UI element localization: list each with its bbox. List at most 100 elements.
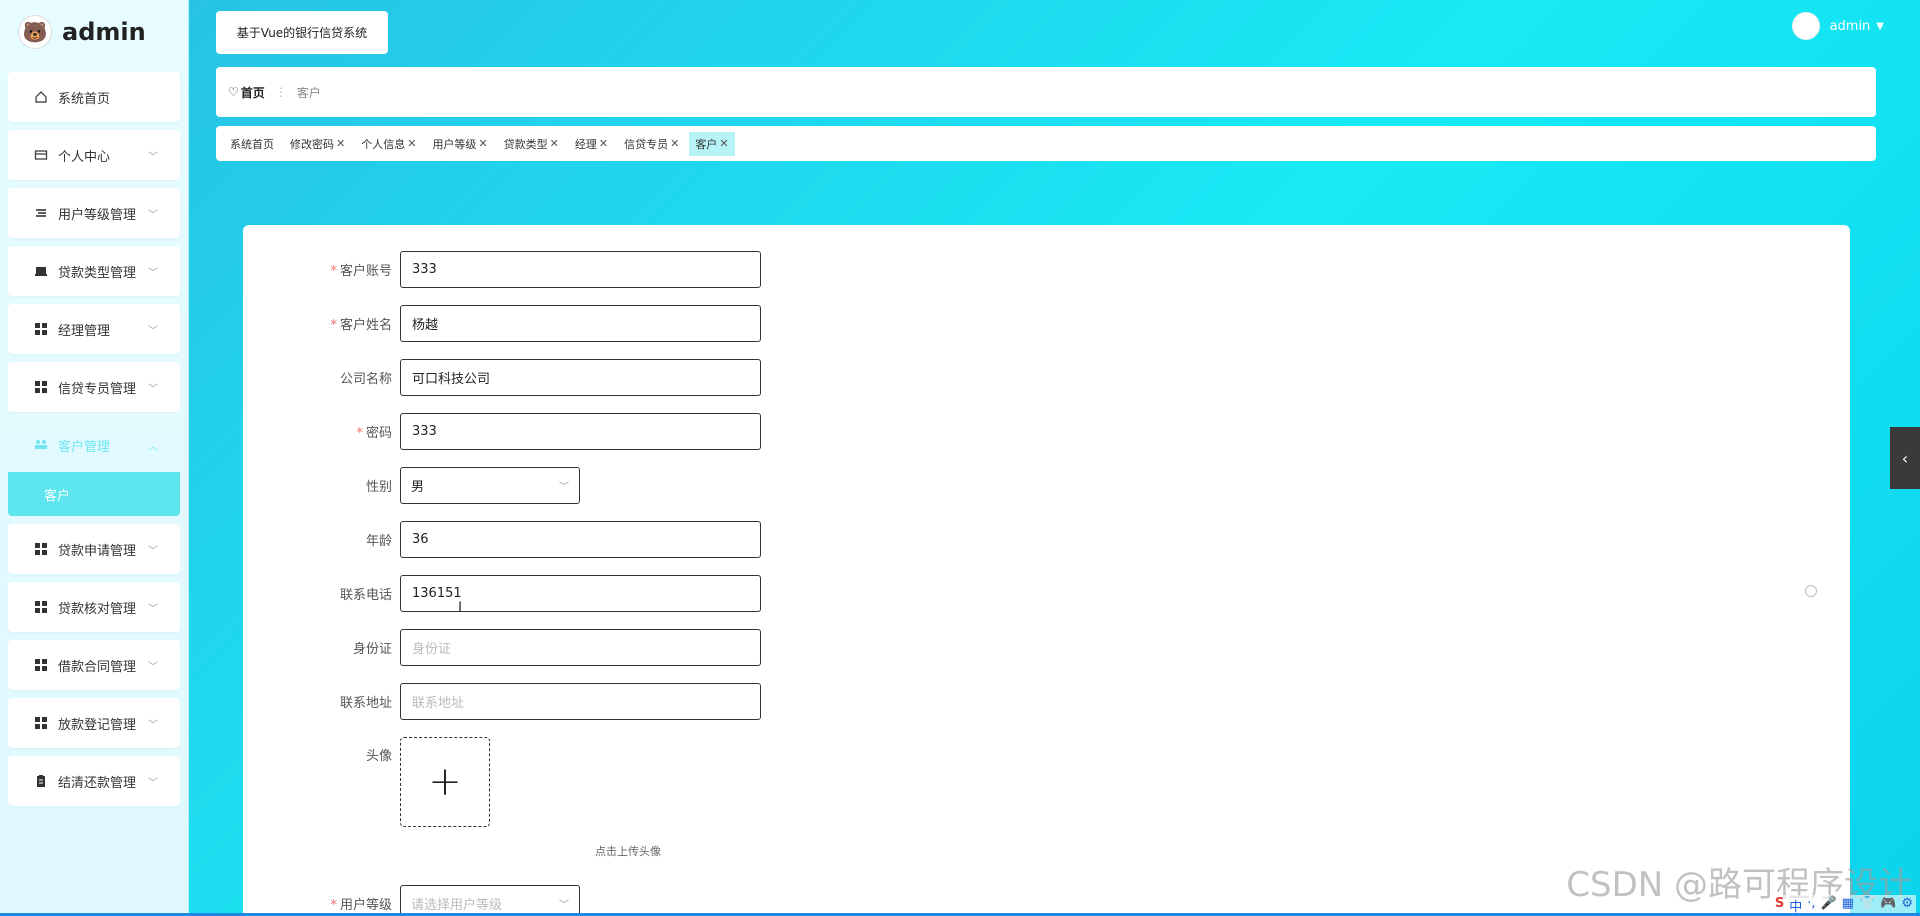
chevron-down-icon: ﹀ <box>148 383 158 395</box>
label-text: 性别 <box>365 480 392 495</box>
close-icon[interactable]: ✕ <box>670 137 679 150</box>
form-row-account: * 客户账号 333 <box>243 251 761 288</box>
tag-user-level[interactable]: 用户等级 ✕ <box>426 132 493 156</box>
close-icon[interactable]: ✕ <box>407 137 416 150</box>
label-text: 公司名称 <box>339 372 392 387</box>
close-icon[interactable]: ✕ <box>550 137 559 150</box>
sidebar-item-loan-application[interactable]: 贷款申请管理 ﹀ <box>8 524 180 574</box>
sidebar-item-repayment[interactable]: 结清还款管理 ﹀ <box>8 756 180 806</box>
submenu-item-customer[interactable]: 客户 <box>8 472 180 516</box>
select-placeholder: 请选择用户等级 <box>411 898 503 913</box>
sidebar-item-label: 借款合同管理 <box>58 659 137 675</box>
sidebar-item-label: 结清还款管理 <box>58 775 137 791</box>
tag-manager[interactable]: 经理 ✕ <box>569 132 614 156</box>
grid-icon <box>34 716 48 730</box>
tag-credit-officer[interactable]: 信贷专员 ✕ <box>618 132 685 156</box>
tag-home[interactable]: 系统首页 <box>224 132 280 156</box>
name-input[interactable]: 杨越 <box>400 305 761 342</box>
label-text: 头像 <box>365 749 392 764</box>
chevron-down-icon: ﹀ <box>148 267 158 279</box>
plus-icon: + <box>428 759 462 805</box>
sidebar-item-disbursement[interactable]: 放款登记管理 ﹀ <box>8 698 180 748</box>
system-title: 基于Vue的银行信贷系统 <box>216 11 388 54</box>
close-icon[interactable]: ✕ <box>336 137 345 150</box>
chevron-down-icon: ﹀ <box>148 603 158 615</box>
id-card-input[interactable]: 身份证 <box>400 629 761 666</box>
tag-change-password[interactable]: 修改密码 ✕ <box>284 132 351 156</box>
tag-label: 贷款类型 <box>503 137 548 151</box>
label-text: 身份证 <box>352 642 392 657</box>
form-label: 联系电话 <box>243 584 400 603</box>
sidebar-item-user-level[interactable]: 用户等级管理 ﹀ <box>8 188 180 238</box>
sidebar-item-label: 系统首页 <box>58 91 111 107</box>
sidebar-item-customer[interactable]: 客户管理 ︿ <box>8 420 180 470</box>
form-row-id-card: 身份证 身份证 <box>243 629 761 666</box>
tag-loan-type[interactable]: 贷款类型 ✕ <box>498 132 565 156</box>
form-row-company: 公司名称 可口科技公司 <box>243 359 761 396</box>
brand-logo: 🐻 <box>18 15 52 49</box>
sidebar-item-manager[interactable]: 经理管理 ﹀ <box>8 304 180 354</box>
tag-personal-info[interactable]: 个人信息 ✕ <box>355 132 422 156</box>
label-text: 年龄 <box>365 534 392 549</box>
sidebar-item-label: 信贷专员管理 <box>58 381 137 397</box>
form-label: 年龄 <box>243 530 400 549</box>
tag-label: 个人信息 <box>361 137 406 151</box>
clipboard-icon <box>34 774 48 788</box>
sidebar-item-label: 贷款核对管理 <box>58 601 137 617</box>
text-cursor-icon: I <box>458 600 463 616</box>
address-input[interactable]: 联系地址 <box>400 683 761 720</box>
breadcrumb: ♡ 首页 ⋮ 客户 <box>216 67 1876 117</box>
avatar-upload[interactable]: + <box>400 737 490 827</box>
close-icon[interactable]: ✕ <box>599 137 608 150</box>
label-text: 密码 <box>365 426 392 441</box>
phone-input[interactable]: 136151 <box>400 575 761 612</box>
sidebar-item-loan-contract[interactable]: 借款合同管理 ﹀ <box>8 640 180 690</box>
form-row-password: * 密码 333 <box>243 413 761 450</box>
breadcrumb-home[interactable]: ♡ 首页 <box>228 84 265 101</box>
form-label: * 客户账号 <box>243 260 400 279</box>
breadcrumb-separator: ⋮ <box>274 85 287 99</box>
grid-icon <box>34 658 48 672</box>
close-icon[interactable]: ✕ <box>719 137 728 150</box>
sidebar-item-label: 用户等级管理 <box>58 207 137 223</box>
chevron-down-icon: ﹀ <box>148 719 158 731</box>
chevron-down-icon: ﹀ <box>559 482 569 493</box>
label-text: 客户姓名 <box>339 318 392 333</box>
tag-label: 用户等级 <box>432 137 477 151</box>
users-icon <box>34 438 48 452</box>
sidebar-item-profile[interactable]: 个人中心 ﹀ <box>8 130 180 180</box>
grid-icon <box>34 600 48 614</box>
upload-hint: 点击上传头像 <box>595 845 661 858</box>
sidebar-item-home[interactable]: 系统首页 <box>8 72 180 122</box>
tag-label: 客户 <box>695 137 718 151</box>
required-mark: * <box>356 426 363 441</box>
user-menu[interactable]: admin ▼ <box>1791 12 1884 40</box>
chevron-down-icon: ﹀ <box>559 900 569 911</box>
age-input[interactable]: 36 <box>400 521 761 558</box>
chevron-down-icon: ﹀ <box>148 661 158 673</box>
tag-customer[interactable]: 客户 ✕ <box>689 131 735 156</box>
sidebar-menu: 系统首页 个人中心 ﹀ 用户等级管理 ﹀ 贷款类型管理 ﹀ 经理管理 ﹀ 信贷专… <box>0 72 188 806</box>
form-row-avatar: 头像 + <box>243 737 490 827</box>
user-level-select[interactable]: 请选择用户等级 ﹀ <box>400 885 580 916</box>
brand-name: admin <box>62 18 146 46</box>
select-value: 男 <box>411 480 425 495</box>
password-input[interactable]: 333 <box>400 413 761 450</box>
chevron-down-icon: ﹀ <box>148 209 158 221</box>
sidebar-item-loan-type[interactable]: 贷款类型管理 ﹀ <box>8 246 180 296</box>
chevron-left-icon: ‹ <box>1901 448 1909 468</box>
account-input[interactable]: 333 <box>400 251 761 288</box>
company-input[interactable]: 可口科技公司 <box>400 359 761 396</box>
sidebar-item-credit-officer[interactable]: 信贷专员管理 ﹀ <box>8 362 180 412</box>
home-icon <box>34 90 48 104</box>
sidebar-item-label: 贷款申请管理 <box>58 543 137 559</box>
sidebar-item-label: 经理管理 <box>58 323 111 339</box>
gender-select[interactable]: 男 ﹀ <box>400 467 580 504</box>
sidebar-item-loan-check[interactable]: 贷款核对管理 ﹀ <box>8 582 180 632</box>
collapse-button[interactable]: ‹ <box>1890 427 1920 489</box>
label-text: 联系电话 <box>339 588 392 603</box>
card-icon <box>34 148 48 162</box>
brand: 🐻 admin <box>0 0 188 64</box>
close-icon[interactable]: ✕ <box>478 137 487 150</box>
tags-bar: 系统首页 修改密码 ✕ 个人信息 ✕ 用户等级 ✕ 贷款类型 ✕ 经理 ✕ 信贷专员 ✕ 客… <box>216 126 1876 161</box>
